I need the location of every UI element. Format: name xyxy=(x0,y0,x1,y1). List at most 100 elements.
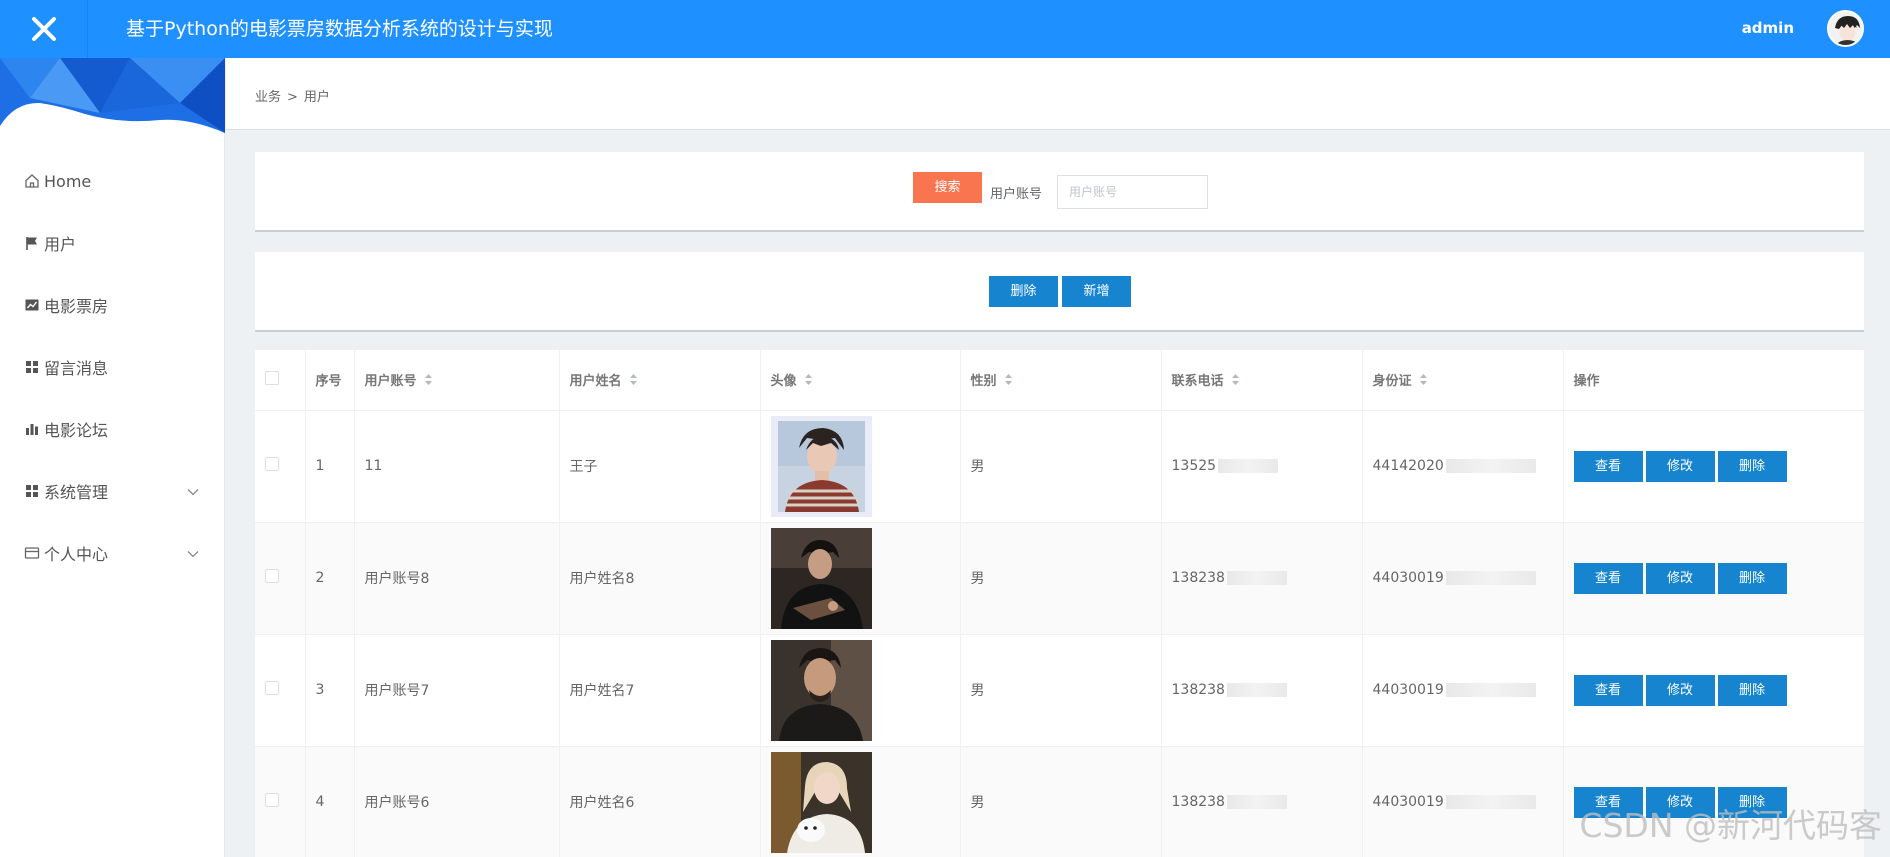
column-header-index: 序号 xyxy=(305,350,355,411)
masked-region xyxy=(1445,795,1536,809)
cell-id-card: 44030019 xyxy=(1362,634,1564,747)
row-checkbox-cell xyxy=(255,634,306,747)
cell-index: 2 xyxy=(305,522,355,635)
add-button[interactable]: 新增 xyxy=(1062,276,1131,307)
search-button[interactable]: 搜索 xyxy=(913,172,982,203)
delete-button[interactable]: 删除 xyxy=(1717,450,1787,482)
cell-id-card: 44142020 xyxy=(1362,410,1564,523)
masked-region xyxy=(1226,571,1287,585)
cell-ops: 查看 修改 删除 xyxy=(1563,522,1864,635)
breadcrumb-separator: > xyxy=(287,90,298,105)
user-photo[interactable] xyxy=(770,527,872,629)
column-header-gender[interactable]: 性别 xyxy=(960,350,1162,411)
cell-id-card: 44030019 xyxy=(1362,522,1564,635)
flag-icon xyxy=(24,235,40,251)
watermark: CSDN @新河代码客 xyxy=(1579,806,1882,845)
row-checkbox[interactable] xyxy=(265,681,279,695)
select-all-cell xyxy=(255,350,306,411)
sidebar-item-label: 个人中心 xyxy=(44,545,109,564)
view-button[interactable]: 查看 xyxy=(1573,450,1643,482)
user-table: 序号 用户账号 用户姓名 头像 性别 联系电话 身份证 操作 1 11 王子 男… xyxy=(255,350,1864,857)
sidebar-item-label: 留言消息 xyxy=(44,359,109,378)
sidebar-item-home[interactable]: Home xyxy=(0,150,224,212)
column-header-phone[interactable]: 联系电话 xyxy=(1161,350,1363,411)
grid-icon xyxy=(24,483,40,499)
cell-phone: 138238 xyxy=(1161,522,1363,635)
chevron-down-icon xyxy=(186,546,200,565)
delete-button[interactable]: 删除 xyxy=(1717,562,1787,594)
column-header-avatar[interactable]: 头像 xyxy=(760,350,961,411)
edit-button[interactable]: 修改 xyxy=(1645,450,1715,482)
breadcrumb-parent[interactable]: 业务 xyxy=(255,90,281,105)
batch-delete-button[interactable]: 删除 xyxy=(989,276,1058,307)
sort-icon[interactable] xyxy=(1419,373,1428,390)
sort-icon[interactable] xyxy=(1004,373,1013,390)
app-title: 基于Python的电影票房数据分析系统的设计与实现 xyxy=(126,18,553,40)
action-panel: 删除 新增 xyxy=(255,252,1864,332)
sort-icon[interactable] xyxy=(804,373,813,390)
cell-phone: 13525 xyxy=(1161,410,1363,523)
cell-account: 用户账号6 xyxy=(354,746,560,857)
sidebar-item-label: 用户 xyxy=(44,235,77,254)
view-button[interactable]: 查看 xyxy=(1573,674,1643,706)
sidebar-item-box-office[interactable]: 电影票房 xyxy=(0,274,224,336)
breadcrumb-bar: 业务 > 用户 xyxy=(226,58,1890,130)
row-checkbox-cell xyxy=(255,522,306,635)
masked-region xyxy=(1445,459,1536,473)
sidebar-item-label: 电影票房 xyxy=(44,297,109,316)
row-checkbox-cell xyxy=(255,410,306,523)
delete-button[interactable]: 删除 xyxy=(1717,674,1787,706)
sidebar: Home 用户 电影票房 留言消息 电影论坛 系统管理 个人中心 xyxy=(0,58,225,857)
sidebar-item-users[interactable]: 用户 xyxy=(0,212,224,274)
masked-region xyxy=(1445,571,1536,585)
sort-icon[interactable] xyxy=(1231,373,1240,390)
cell-name: 王子 xyxy=(559,410,761,523)
breadcrumb-current: 用户 xyxy=(303,90,330,105)
column-header-account[interactable]: 用户账号 xyxy=(354,350,560,411)
sort-icon[interactable] xyxy=(424,373,433,390)
view-button[interactable]: 查看 xyxy=(1573,562,1643,594)
search-input[interactable] xyxy=(1057,175,1208,209)
user-photo[interactable] xyxy=(770,415,872,517)
user-photo[interactable] xyxy=(770,639,872,741)
sidebar-menu: Home 用户 电影票房 留言消息 电影论坛 系统管理 个人中心 xyxy=(0,150,224,584)
top-bar: 基于Python的电影票房数据分析系统的设计与实现 admin xyxy=(0,0,1890,58)
grid-icon xyxy=(24,359,40,375)
cell-gender: 男 xyxy=(960,746,1162,857)
sidebar-item-system[interactable]: 系统管理 xyxy=(0,460,224,522)
column-header-id-card[interactable]: 身份证 xyxy=(1362,350,1564,411)
sidebar-item-forum[interactable]: 电影论坛 xyxy=(0,398,224,460)
edit-button[interactable]: 修改 xyxy=(1645,562,1715,594)
cell-avatar xyxy=(760,410,961,523)
cell-index: 3 xyxy=(305,634,355,747)
masked-region xyxy=(1218,459,1279,473)
cell-avatar xyxy=(760,634,961,747)
sidebar-item-profile[interactable]: 个人中心 xyxy=(0,522,224,584)
cell-ops: 查看 修改 删除 xyxy=(1563,410,1864,523)
user-photo[interactable] xyxy=(770,751,872,853)
cell-avatar xyxy=(760,746,961,857)
column-header-ops: 操作 xyxy=(1563,350,1864,411)
username[interactable]: admin xyxy=(1742,0,1794,58)
cell-phone: 138238 xyxy=(1161,746,1363,857)
sidebar-item-messages[interactable]: 留言消息 xyxy=(0,336,224,398)
sidebar-item-label: 电影论坛 xyxy=(44,421,109,440)
row-checkbox[interactable] xyxy=(265,457,279,471)
close-icon[interactable] xyxy=(0,0,88,58)
cell-account: 用户账号8 xyxy=(354,522,560,635)
column-header-name[interactable]: 用户姓名 xyxy=(559,350,761,411)
search-field-label: 用户账号 xyxy=(990,187,1043,202)
breadcrumb: 业务 > 用户 xyxy=(255,86,330,105)
edit-button[interactable]: 修改 xyxy=(1645,674,1715,706)
cell-id-card: 44030019 xyxy=(1362,746,1564,857)
cell-account: 用户账号7 xyxy=(354,634,560,747)
sort-icon[interactable] xyxy=(629,373,638,390)
cell-account: 11 xyxy=(354,410,560,523)
select-all-checkbox[interactable] xyxy=(265,370,279,385)
user-avatar[interactable] xyxy=(1827,10,1864,47)
card-icon xyxy=(24,545,40,561)
cell-ops: 查看 修改 删除 xyxy=(1563,634,1864,747)
row-checkbox[interactable] xyxy=(265,793,279,807)
row-checkbox[interactable] xyxy=(265,569,279,583)
table-header-row: 序号 用户账号 用户姓名 头像 性别 联系电话 身份证 操作 xyxy=(255,350,1864,411)
